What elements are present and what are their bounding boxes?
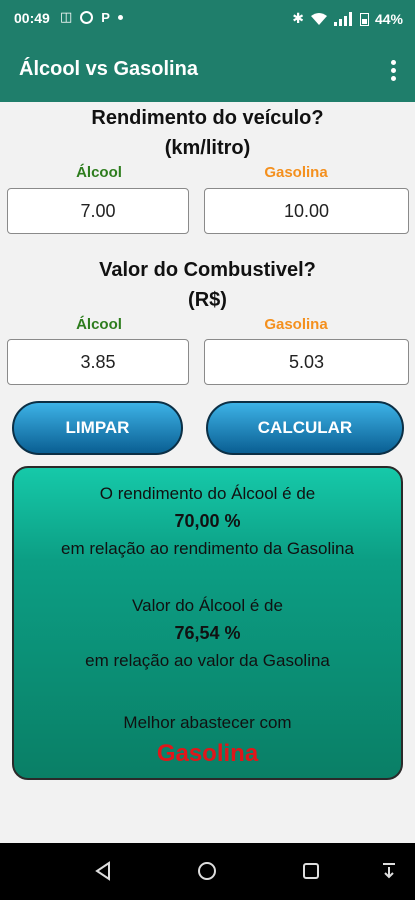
bluetooth-icon: ✱ <box>292 10 304 26</box>
rendimento-heading-line2: (km/litro) <box>164 137 251 159</box>
app-bar: Álcool vs Gasolina <box>0 38 415 102</box>
rendimento-alcool-label: Álcool <box>76 164 122 181</box>
more-notifications-icon <box>117 14 123 20</box>
rendimento-result-caption: em relação ao rendimento da Gasolina <box>61 539 354 558</box>
circle-notification-icon <box>80 10 94 24</box>
recommended-fuel: Gasolina <box>156 740 259 767</box>
nfc-icon: ◫ <box>60 9 73 24</box>
valor-result-text: Valor do Álcool é de <box>132 596 283 615</box>
rendimento-percentage: 70,00 % <box>174 511 241 531</box>
battery-level: 44% <box>374 10 403 27</box>
payment-app-icon: P <box>101 9 110 25</box>
valor-heading: Valor do Combustivel? (R$) <box>0 255 415 315</box>
valor-gasolina-label: Gasolina <box>264 316 328 333</box>
keyboard-hide-icon[interactable] <box>380 861 398 881</box>
back-icon[interactable] <box>94 861 112 881</box>
notification-icons: ◫ P <box>60 9 123 25</box>
navigation-bar <box>0 843 415 900</box>
clear-button[interactable]: LIMPAR <box>12 401 183 455</box>
valor-heading-line2: (R$) <box>188 289 227 311</box>
rendimento-alcool-input[interactable]: 7.00 <box>7 188 189 234</box>
signal-icon <box>333 11 352 26</box>
rendimento-heading-line1: Rendimento do veículo? <box>91 107 324 129</box>
recommendation-text: Melhor abastecer com <box>123 713 292 732</box>
rendimento-heading: Rendimento do veículo? (km/litro) <box>0 103 415 163</box>
overflow-menu-icon[interactable] <box>391 60 397 84</box>
valor-alcool-label: Álcool <box>76 316 122 333</box>
valor-percentage: 76,54 % <box>174 623 241 643</box>
system-icons: ✱ 44% <box>292 10 403 27</box>
battery-icon <box>359 12 369 26</box>
home-icon[interactable] <box>197 861 217 881</box>
valor-alcool-input[interactable]: 3.85 <box>7 339 189 385</box>
result-panel: O rendimento do Álcool é de 70,00 % em r… <box>12 466 403 780</box>
calculate-button[interactable]: CALCULAR <box>206 401 404 455</box>
wifi-icon <box>310 12 327 25</box>
status-time: 00:49 <box>14 10 50 26</box>
app-title: Álcool vs Gasolina <box>19 58 198 80</box>
rendimento-gasolina-input[interactable]: 10.00 <box>204 188 409 234</box>
valor-result-caption: em relação ao valor da Gasolina <box>85 651 330 670</box>
rendimento-result-text: O rendimento do Álcool é de <box>99 484 316 503</box>
recents-icon[interactable] <box>302 861 320 881</box>
rendimento-gasolina-label: Gasolina <box>264 164 328 181</box>
status-bar: 00:49 ◫ P ✱ 44% <box>0 0 415 38</box>
valor-heading-line1: Valor do Combustivel? <box>99 259 316 281</box>
valor-gasolina-input[interactable]: 5.03 <box>204 339 409 385</box>
